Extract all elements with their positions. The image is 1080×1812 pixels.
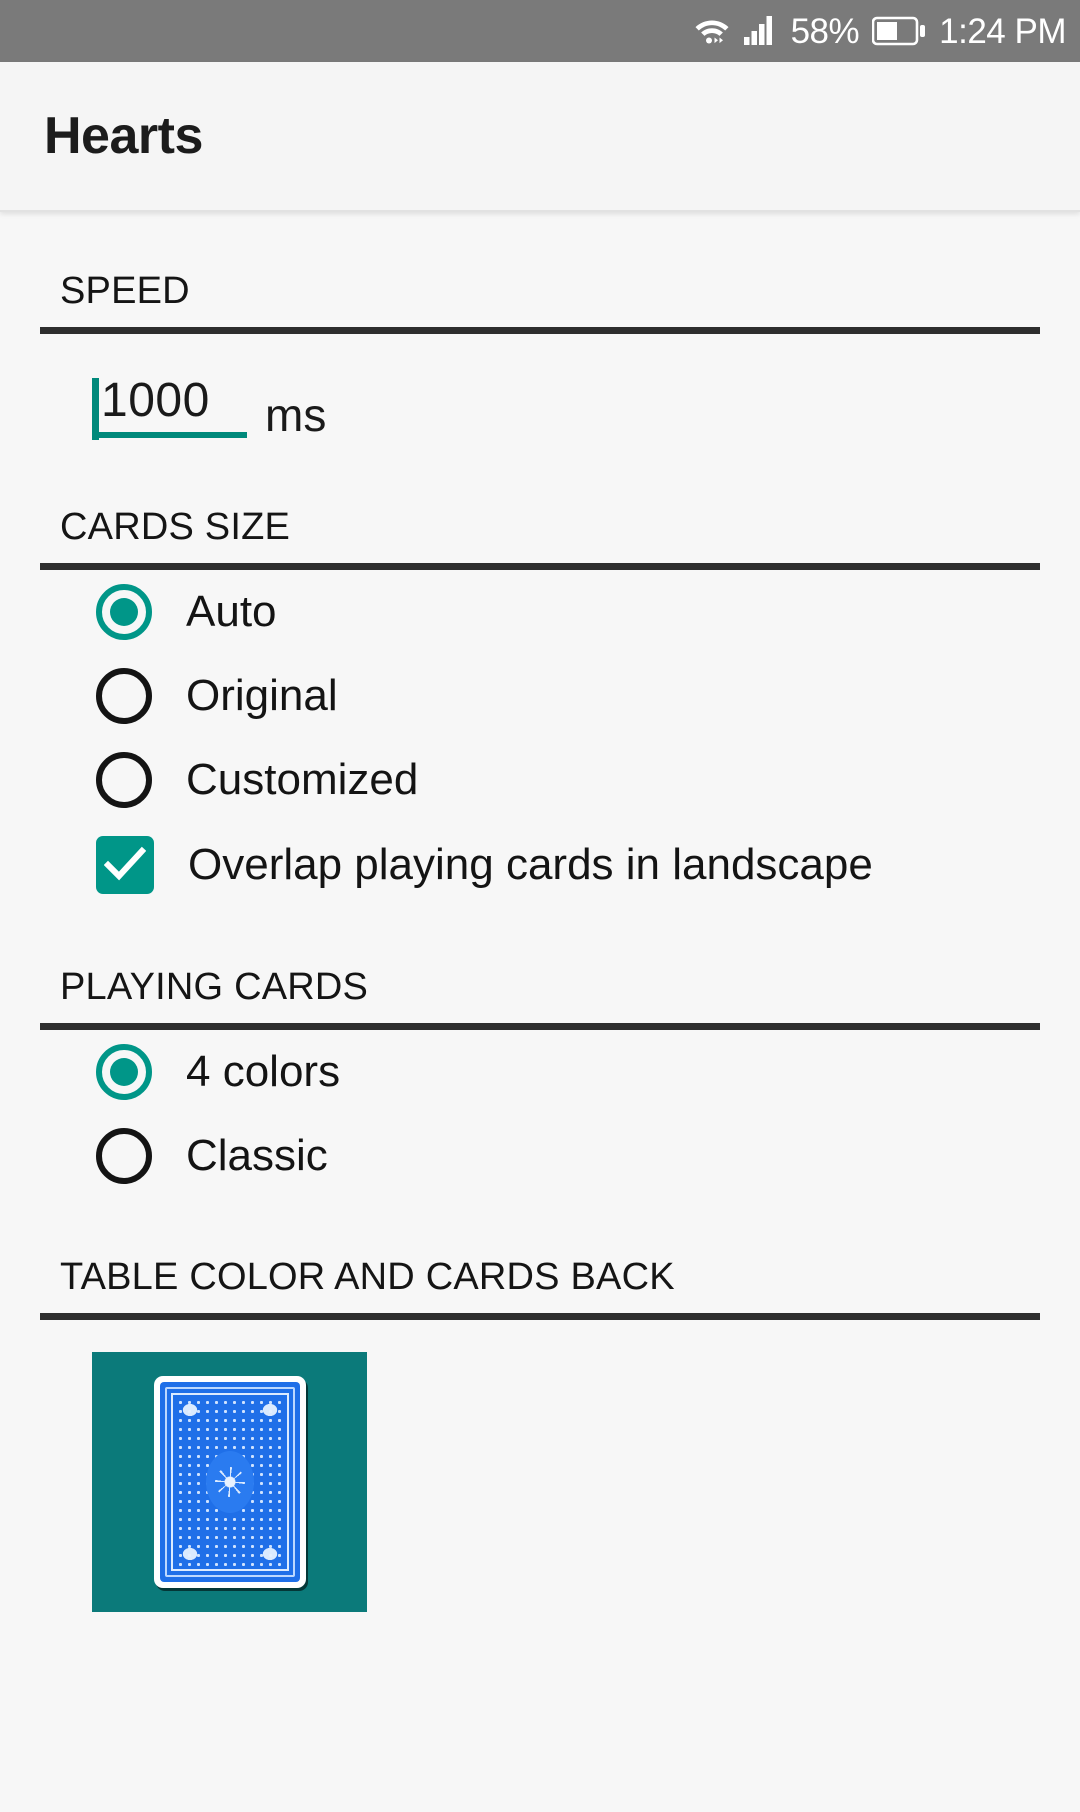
section-divider-table-color — [40, 1313, 1040, 1321]
card-back-ornament-top-left — [176, 1399, 203, 1422]
section-divider-cards-size — [40, 563, 1040, 571]
speed-input-value: 1000 — [101, 374, 210, 427]
radio-row-customized[interactable]: Customized — [40, 738, 1040, 822]
status-bar: 58% 1:24 PM — [0, 0, 1080, 62]
radio-label-auto: Auto — [186, 587, 277, 637]
section-divider-speed — [40, 327, 1040, 334]
checkbox-row-overlap[interactable]: Overlap playing cards in landscape — [40, 822, 1040, 908]
radio-row-classic[interactable]: Classic — [40, 1114, 1040, 1198]
radio-icon-customized[interactable] — [96, 752, 152, 809]
checkbox-icon-overlap[interactable] — [96, 836, 154, 895]
page-title: Hearts — [44, 107, 203, 165]
text-cursor — [92, 378, 99, 440]
cellular-signal-icon — [743, 13, 778, 50]
battery-icon — [872, 16, 926, 46]
radio-icon-original[interactable] — [96, 668, 152, 725]
speed-unit-label: ms — [265, 389, 327, 442]
table-color-swatch[interactable] — [92, 1352, 367, 1613]
card-back-ornament-bottom-right — [256, 1543, 283, 1566]
speed-input-row: 1000 ms — [40, 334, 1040, 448]
battery-percent-label: 58% — [790, 11, 860, 51]
section-header-playing-cards: PLAYING CARDS — [60, 966, 369, 1009]
section-divider-playing-cards — [40, 1023, 1040, 1031]
app-bar: Hearts — [0, 62, 1080, 212]
table-color-swatch-row — [40, 1320, 1040, 1613]
radio-row-original[interactable]: Original — [40, 654, 1040, 738]
phone-screen: 58% 1:24 PM Hearts SPEED 1000 ms CARDS S… — [0, 0, 1080, 1812]
radio-label-classic: Classic — [186, 1131, 328, 1181]
speed-input[interactable]: 1000 — [92, 374, 247, 440]
card-back-ornament-bottom-left — [176, 1543, 203, 1566]
wifi-icon — [693, 13, 731, 50]
card-back-medallion — [205, 1451, 254, 1514]
radio-label-customized: Customized — [186, 755, 419, 805]
radio-label-4-colors: 4 colors — [186, 1047, 341, 1097]
card-back-pattern — [159, 1382, 300, 1583]
card-back-preview[interactable] — [153, 1376, 306, 1589]
status-bar-icons: 58% 1:24 PM — [693, 13, 1066, 50]
checkbox-label-overlap: Overlap playing cards in landscape — [188, 840, 873, 890]
clock-label: 1:24 PM — [939, 11, 1066, 51]
radio-icon-4-colors[interactable] — [96, 1044, 152, 1101]
radio-icon-classic[interactable] — [96, 1128, 152, 1185]
section-header-cards-size: CARDS SIZE — [60, 506, 291, 549]
radio-icon-auto[interactable] — [96, 584, 152, 641]
radio-row-auto[interactable]: Auto — [40, 570, 1040, 654]
radio-label-original: Original — [186, 671, 338, 721]
section-header-table-color: TABLE COLOR AND CARDS BACK — [60, 1256, 675, 1299]
card-back-ornament-top-right — [256, 1399, 283, 1422]
settings-content: SPEED 1000 ms CARDS SIZE Auto Original C… — [0, 212, 1080, 1812]
section-header-speed: SPEED — [60, 270, 190, 312]
radio-row-4-colors[interactable]: 4 colors — [40, 1030, 1040, 1114]
